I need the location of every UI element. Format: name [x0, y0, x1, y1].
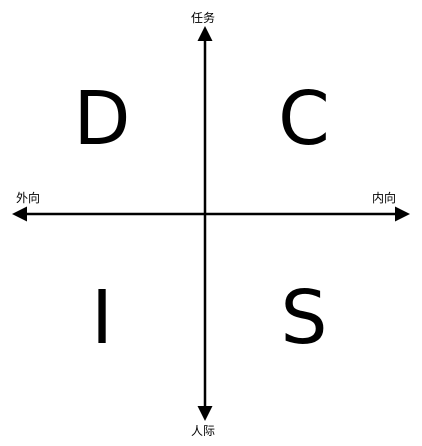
- axes-graphic: [11, 26, 410, 421]
- axis-label-right: 内向: [372, 191, 397, 205]
- quadrant-i-letter: I: [91, 275, 113, 361]
- quadrant-c-letter: C: [278, 76, 330, 162]
- quadrant-d-letter: D: [73, 76, 131, 162]
- quadrant-s-letter: S: [280, 275, 328, 361]
- axis-label-top: 任务: [191, 11, 216, 25]
- disc-quadrant-diagram: 任务 人际 外向 内向 D C I S: [0, 0, 422, 446]
- axis-label-left: 外向: [16, 191, 41, 205]
- axis-label-bottom: 人际: [191, 424, 216, 438]
